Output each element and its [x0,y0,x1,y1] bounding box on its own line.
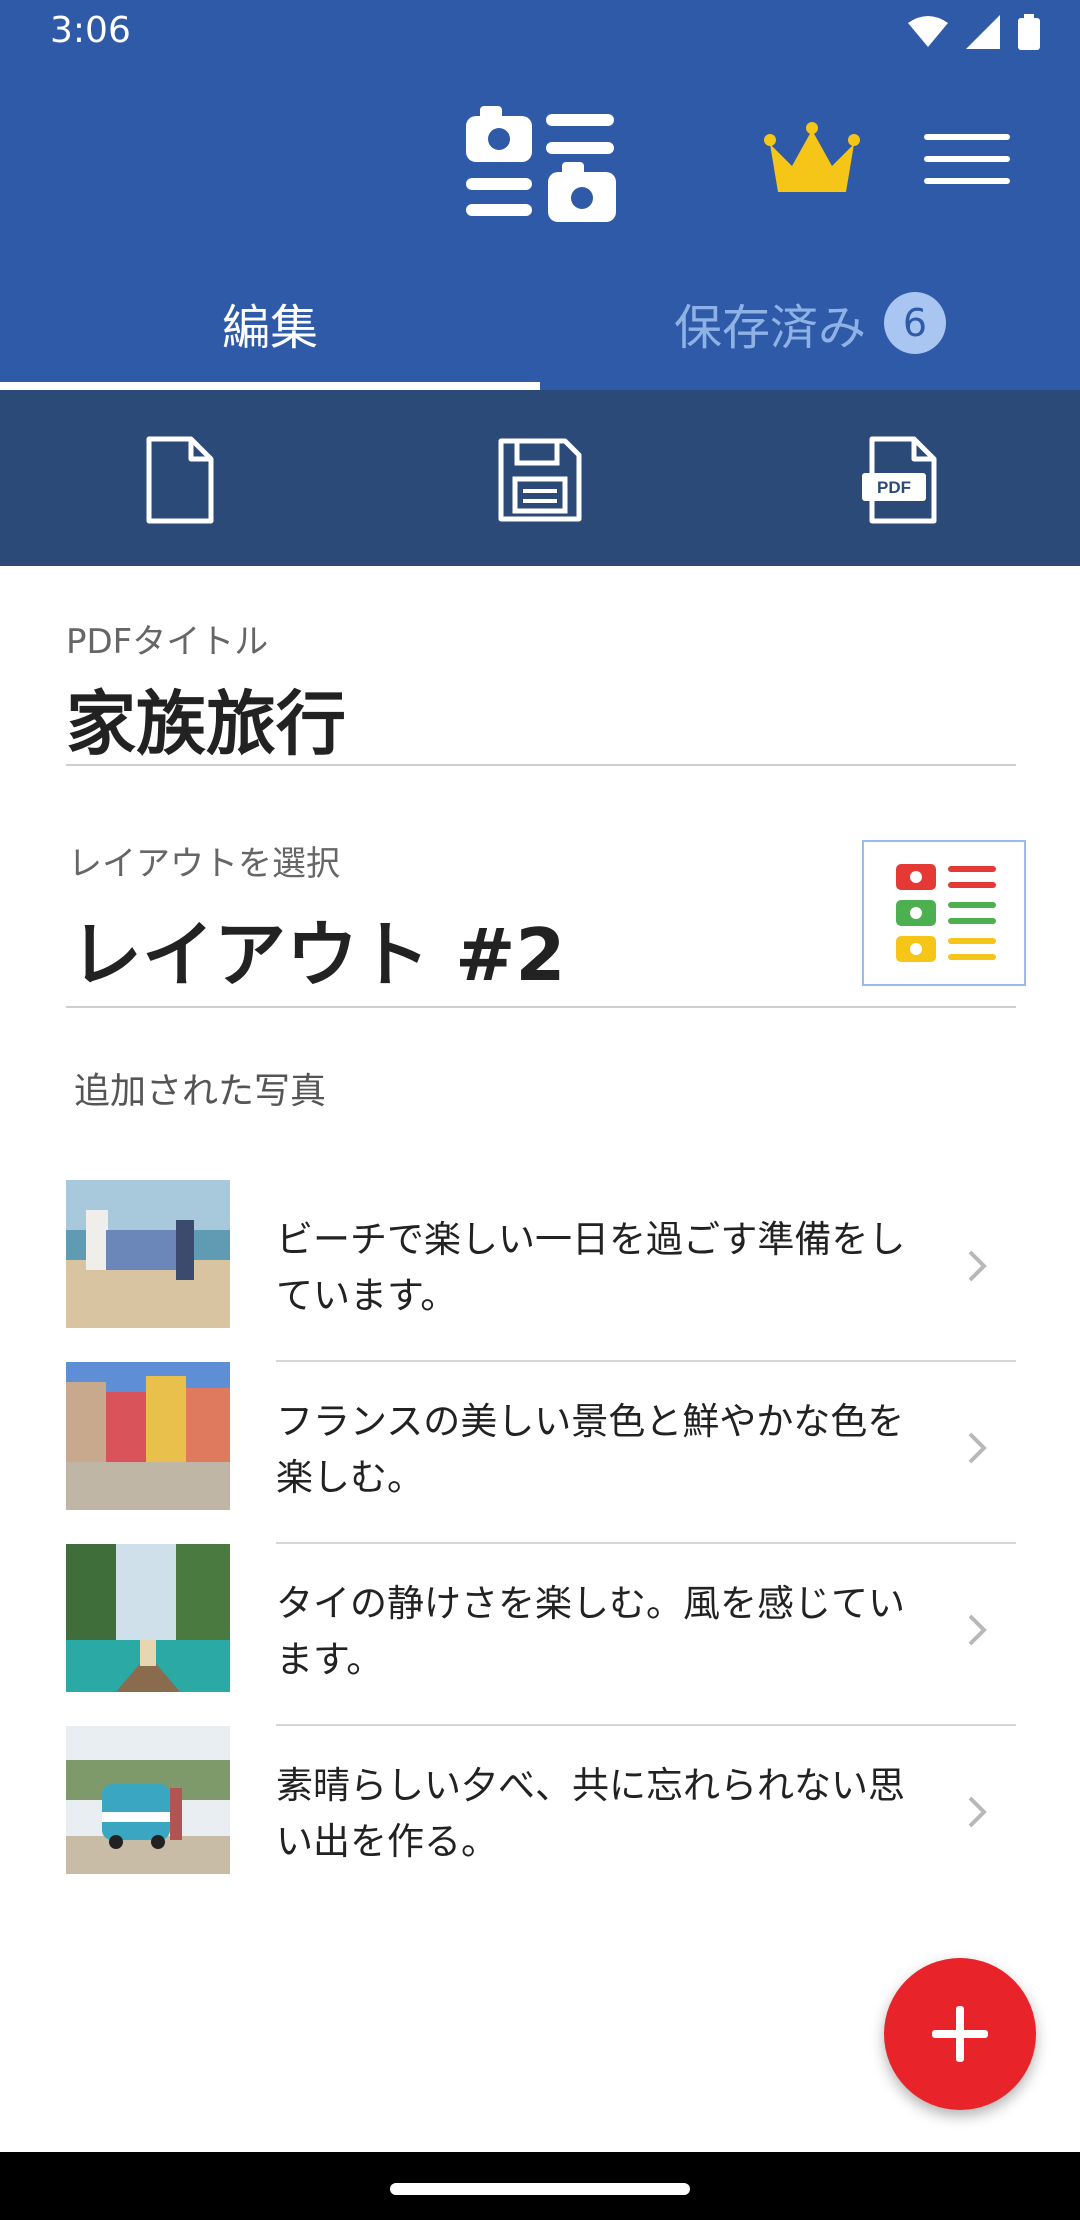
add-photo-button[interactable] [884,1958,1036,2110]
photo-thumbnail-france [66,1362,230,1510]
photo-list-item[interactable]: 素晴らしい夕べ、共に忘れられない思い出を作る。 [66,1726,1016,1908]
layout-selector[interactable]: レイアウト #2 [70,896,566,1001]
photo-thumbnail-van [66,1726,230,1874]
tab-saved[interactable]: 保存済み 6 [540,256,1080,390]
layout-divider [66,1006,1016,1008]
save-icon [498,438,582,522]
photo-thumbnail-thailand [66,1544,230,1692]
photo-caption: 素晴らしい夕べ、共に忘れられない思い出を作る。 [276,1764,905,1863]
export-pdf-button[interactable]: PDF [850,430,950,530]
photo-caption: フランスの美しい景色と鮮やかな色を楽しむ。 [276,1400,905,1499]
pdf-title-label: PDFタイトル [66,622,269,662]
layout-label: レイアウトを選択 [68,844,340,884]
home-gesture-handle[interactable] [390,2183,690,2195]
saved-count-badge: 6 [884,292,946,354]
tab-edit[interactable]: 編集 [0,256,540,392]
photos-section-title: 追加された写真 [74,1071,327,1112]
hamburger-menu-icon[interactable] [924,134,1010,194]
signal-icon [966,15,1000,49]
chevron-right-icon [968,1614,987,1646]
photo-list-item[interactable]: タイの静けさを楽しむ。風を感じています。 [66,1544,1016,1726]
photo-list-item[interactable]: ビーチで楽しい一日を過ごす準備をしています。 [66,1180,1016,1362]
tab-saved-label: 保存済み [673,300,866,356]
status-time: 3:06 [50,10,131,51]
plus-icon [932,2006,988,2062]
new-document-icon [146,436,214,524]
layout-preview-icon [896,864,996,962]
crown-icon[interactable] [764,122,860,198]
chevron-right-icon [968,1796,987,1828]
pdf-icon: PDF [862,436,937,524]
photo-list-icon [466,106,616,222]
battery-icon [1018,14,1040,50]
action-toolbar: PDF [0,390,1080,566]
photo-thumbnail-beach [66,1180,230,1328]
status-bar: 3:06 [0,0,1080,66]
pdf-title-input[interactable]: 家族旅行 [66,668,346,769]
photo-caption: ビーチで楽しい一日を過ごす準備をしています。 [276,1218,906,1317]
new-document-button[interactable] [130,430,230,530]
pdf-icon-label: PDF [877,478,911,497]
status-icons [908,14,1040,50]
tab-bar: 編集 保存済み 6 [0,256,1080,392]
wifi-icon [908,16,948,47]
app-bar [0,66,1080,256]
layout-preview-thumbnail[interactable] [862,840,1026,986]
title-divider [66,764,1016,766]
save-button[interactable] [490,430,590,530]
chevron-right-icon [968,1250,987,1282]
photo-caption: タイの静けさを楽しむ。風を感じています。 [276,1582,905,1681]
photo-list-item[interactable]: フランスの美しい景色と鮮やかな色を楽しむ。 [66,1362,1016,1544]
tab-edit-label: 編集 [221,300,318,356]
chevron-right-icon [968,1432,987,1464]
